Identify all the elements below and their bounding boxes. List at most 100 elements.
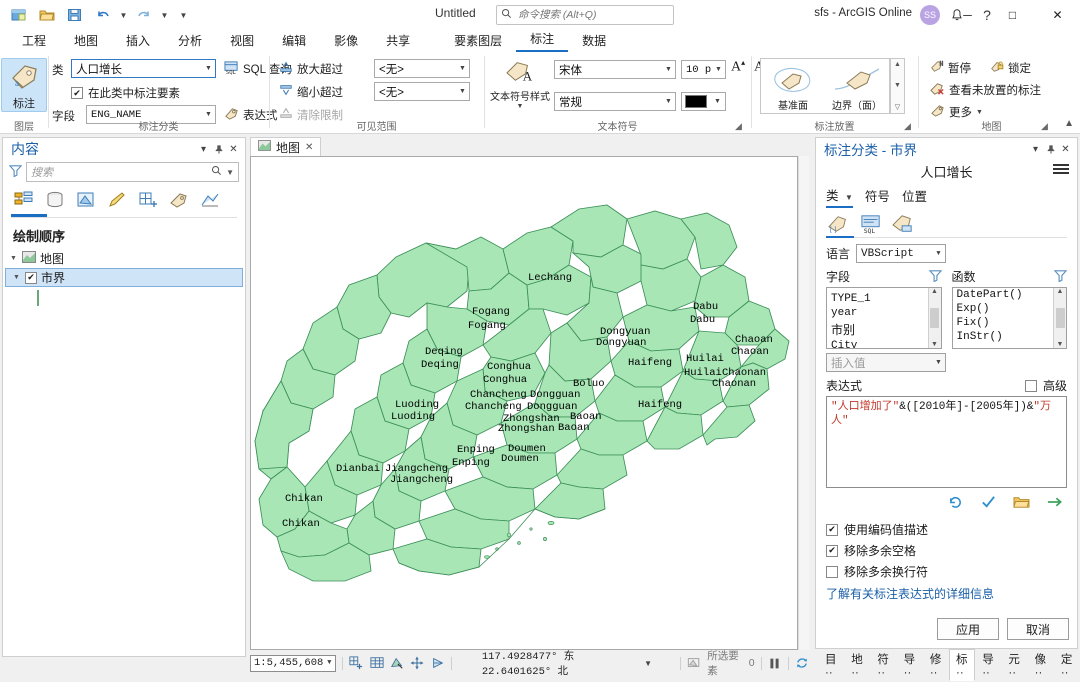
list-item[interactable]: year [827,306,941,320]
chevron-down-icon[interactable]: ▼ [202,111,215,118]
list-by-labeling-icon[interactable] [166,188,191,212]
expand-triangle-icon[interactable]: ▼ [9,255,18,262]
command-search-box[interactable] [496,5,674,25]
refresh-icon[interactable] [795,655,809,672]
ribbon-tab-map[interactable]: 地图 [60,30,112,52]
toc-row-city-boundary[interactable]: ▼ 市界 [5,268,243,287]
measure-icon[interactable] [431,655,445,672]
dock-tab-6[interactable]: 导·· [975,649,1001,681]
label-placement-dialog-launcher[interactable]: ◢ [902,121,913,132]
dock-tab-9[interactable]: 定·· [1054,649,1080,681]
ribbon-tab-project[interactable]: 工程 [8,30,60,52]
chevron-down-icon[interactable]: ▼ [202,65,215,72]
expand-triangle-icon[interactable]: ▼ [12,274,21,281]
ribbon-tab-labeling[interactable]: 标注 [516,28,569,52]
list-by-drawing-order-icon[interactable] [11,188,36,212]
contents-panel-menu-icon[interactable]: ▾ [196,141,211,157]
remove-extra-linebrea28ks-checkbox[interactable] [826,565,838,578]
tab-symbol[interactable]: 符号 [865,186,890,207]
chevron-down-icon[interactable]: ▼ [976,109,983,116]
map-vertical-scrollbar[interactable] [798,156,809,650]
close-icon[interactable]: ✕ [305,142,313,153]
chevron-down-icon[interactable]: ▼ [456,88,469,95]
search-icon[interactable] [211,165,222,179]
map-scale-combo[interactable]: 1:5,455,608 ▼ [250,654,337,672]
scroll-thumb[interactable] [1055,308,1065,328]
list-item[interactable]: 市别 [827,320,941,339]
chevron-down-icon[interactable]: ▼ [456,65,469,72]
functions-filter-icon[interactable] [1053,269,1068,285]
zoom-out-combo[interactable]: <无> ▼ [374,82,470,101]
chevron-down-icon[interactable]: ▼ [932,359,945,366]
gallery-expand-icon[interactable]: ▽ [895,103,900,111]
reset-icon[interactable] [947,494,964,513]
ribbon-tab-view[interactable]: 视图 [216,30,268,52]
label-expression-help-link[interactable]: 了解有关标注表达式的详细信息 [816,582,1077,602]
functions-list-scrollbar[interactable]: ▲ ▼ [1053,288,1066,348]
gallery-scrollbar[interactable]: ▲ ▼ ▽ [890,58,905,114]
account-name[interactable]: sfs - ArcGIS Online [814,7,912,19]
chevron-down-icon[interactable]: ▼ [662,98,675,105]
zoom-out-beyond-button[interactable]: 缩小超过 [276,82,346,101]
map-group-dialog-launcher[interactable]: ◢ [1039,121,1050,132]
select-icon[interactable] [390,655,404,672]
font-style-combo[interactable]: 常规 ▼ [554,92,676,111]
font-size-combo[interactable]: 10 pt ▼ [681,60,726,79]
contents-search-input[interactable]: 搜索 ▼ [26,162,239,182]
dock-tab-8[interactable]: 像·· [1028,649,1054,681]
insert-value-combo[interactable]: 插入值 ▼ [826,353,946,372]
map-canvas[interactable]: Lechang Fogang Fogang Dabu Dabu Dongyuan Dongy… [250,156,798,650]
zoom-in-combo[interactable]: <无> ▼ [374,59,470,78]
dock-tab-4[interactable]: 修·· [923,649,949,681]
hamburger-menu-icon[interactable] [1053,164,1069,174]
list-by-data-source-icon[interactable] [42,188,67,212]
list-by-snapping-icon[interactable] [135,188,160,212]
ribbon-tab-insert[interactable]: 插入 [112,30,164,52]
redo-icon[interactable] [131,3,157,27]
maximize-button[interactable]: □ [990,0,1035,30]
placement-item-boundary[interactable]: 边界（面） [825,59,889,113]
chevron-down-icon[interactable]: ▼ [662,66,675,73]
grow-font-button[interactable]: A▴ [728,57,748,77]
chevron-down-icon[interactable]: ▼ [517,103,524,110]
contents-search-dropdown-icon[interactable]: ▼ [226,168,234,177]
dock-tab-5[interactable]: 标·· [949,648,976,681]
zoom-in-beyond-button[interactable]: 放大超过 [276,59,346,78]
chevron-down-icon[interactable]: ▼ [711,98,724,105]
save-icon[interactable] [1046,494,1063,513]
contents-panel-close-icon[interactable]: ✕ [226,141,241,157]
ribbon-tab-analysis[interactable]: 分析 [164,30,216,52]
font-family-combo[interactable]: 宋体 ▼ [554,60,676,79]
new-project-icon[interactable] [6,3,32,27]
open-project-icon[interactable] [34,3,60,27]
layer-visibility-checkbox[interactable] [25,271,37,284]
dock-tab-3[interactable]: 导·· [897,649,923,681]
tab-position[interactable]: 位置 [902,186,927,207]
list-item[interactable]: TYPE_1 [827,292,941,306]
close-button[interactable]: ✕ [1035,0,1080,30]
view-unplaced-labels-button[interactable]: 查看未放置的标注 [927,80,1044,100]
coordinate-units-dropdown-icon[interactable]: ▼ [644,659,652,668]
dock-tab-2[interactable]: 符·· [870,649,896,681]
ribbon-tab-edit[interactable]: 编辑 [268,30,320,52]
ribbon-tab-imagery[interactable]: 影像 [320,30,372,52]
text-symbol-style-button[interactable]: A 文本符号样式 ▼ [489,56,551,110]
dock-tab-0[interactable]: 目·· [818,649,844,681]
layer-symbol-swatch[interactable] [37,290,39,306]
avatar[interactable]: SS [920,5,940,25]
scroll-down-icon[interactable]: ▼ [1057,341,1064,348]
fields-list[interactable]: TYPE_1 year 市别 City ▲ ▼ [826,287,942,349]
pause-labeling-button[interactable]: 暂停 [927,58,974,77]
chevron-down-icon[interactable]: ▼ [712,66,725,73]
list-item[interactable]: City [827,339,941,348]
search-input[interactable] [516,8,666,22]
verify-icon[interactable] [980,494,997,513]
dock-tab-7[interactable]: 元·· [1001,649,1027,681]
sql-expression-icon[interactable]: [ ] [826,212,852,236]
advanced-checkbox-row[interactable]: 高级 [1024,377,1067,394]
grid-icon[interactable] [370,655,384,672]
chevron-down-icon[interactable]: ▼ [323,659,335,667]
load-icon[interactable] [1013,494,1030,513]
filter-icon[interactable] [8,164,23,180]
dock-tab-1[interactable]: 地·· [844,649,870,681]
